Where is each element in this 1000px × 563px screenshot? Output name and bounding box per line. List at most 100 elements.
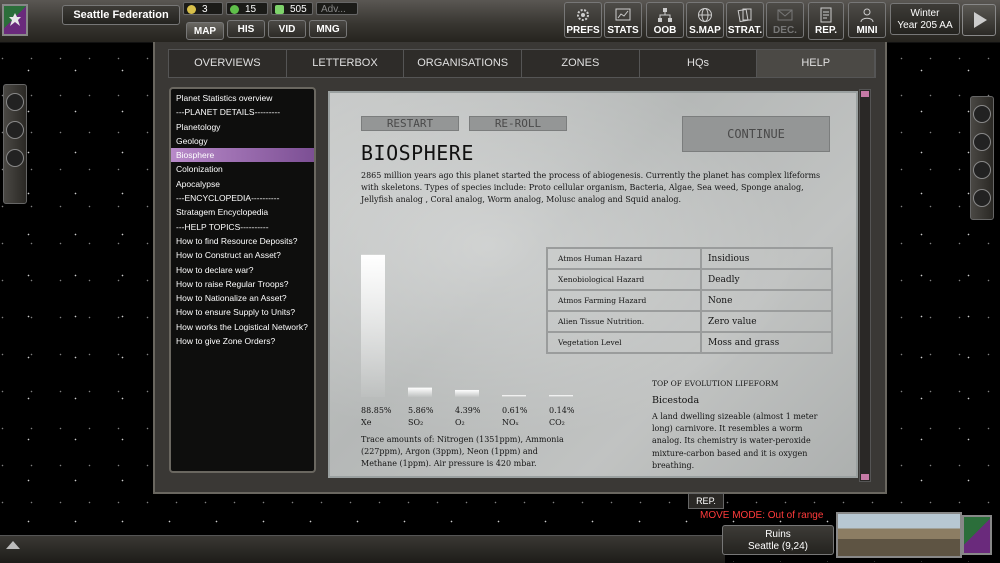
continue-button[interactable]: CONTINUE — [682, 116, 830, 152]
menu-item-supply-units[interactable]: How to ensure Supply to Units? — [171, 305, 314, 319]
location-name: Ruins — [765, 529, 791, 540]
faction-name[interactable]: Seattle Federation — [62, 5, 180, 25]
location-panel[interactable]: Ruins Seattle (9,24) — [722, 525, 834, 555]
mini-button[interactable]: MINI — [848, 2, 886, 38]
menu-item-biosphere[interactable]: Biosphere — [171, 148, 314, 163]
menu-item-geology[interactable]: Geology — [171, 134, 314, 148]
mail-icon — [777, 9, 793, 21]
lifeform-description: A land dwelling sizeable (almost 1 meter… — [652, 412, 818, 470]
end-turn-play-button[interactable] — [962, 4, 996, 36]
tab-overviews[interactable]: OVERVIEWS — [169, 50, 287, 77]
smap-button[interactable]: S.MAP — [686, 2, 724, 38]
biosphere-page: RESTART RE-ROLL CONTINUE BIOSPHERE 2865 … — [328, 91, 858, 478]
hazard-label: Atmos Human Hazard — [546, 247, 702, 270]
menu-header-help-topics: ---HELP TOPICS---------- — [176, 221, 269, 232]
settings-icon[interactable] — [6, 93, 24, 111]
hazard-value: Insidious — [700, 247, 833, 270]
prefs-button[interactable]: PREFS — [564, 2, 602, 38]
bar-1 — [408, 387, 432, 397]
cards-icon — [737, 8, 752, 23]
person-icon — [860, 8, 874, 23]
tool-three-icon[interactable] — [973, 161, 991, 179]
menu-item-logistical-network[interactable]: How works the Logistical Network? — [171, 320, 314, 334]
tool-four-icon[interactable] — [973, 189, 991, 207]
dec-button[interactable]: DEC. — [766, 2, 804, 38]
bar-value-label: 5.86% — [408, 406, 434, 415]
tool-one-icon[interactable] — [973, 105, 991, 123]
year-label: Year 205 AA — [897, 20, 953, 31]
menu-item-planetology[interactable]: Planetology — [171, 120, 314, 134]
menu-item-zone-orders[interactable]: How to give Zone Orders? — [171, 334, 314, 348]
tool-two-icon[interactable] — [973, 133, 991, 151]
tab-letterbox[interactable]: LETTERBOX — [287, 50, 405, 77]
strat-button[interactable]: STRAT. — [726, 2, 764, 38]
bar-category-label: SO₂ — [408, 418, 423, 427]
menu-item-declare-war[interactable]: How to declare war? — [171, 263, 314, 277]
menu-item-apocalypse[interactable]: Apocalypse — [171, 177, 314, 191]
target-icon[interactable] — [6, 149, 24, 167]
table-row: Xenobiological Hazard Deadly — [546, 268, 833, 291]
hierarchy-icon — [658, 8, 672, 22]
credits-icon — [187, 5, 196, 14]
right-side-toolbar — [970, 96, 994, 220]
hazard-label: Xenobiological Hazard — [546, 268, 702, 291]
bar-category-label: CO₂ — [549, 418, 565, 427]
money-counter: 505 — [271, 2, 313, 15]
food-icon — [230, 5, 239, 14]
globe-icon — [698, 8, 712, 22]
tab-organisations[interactable]: ORGANISATIONS — [404, 50, 523, 77]
bar-category-label: O₂ — [455, 418, 465, 427]
bottom-rep-button[interactable]: REP. — [688, 493, 724, 509]
bar-value-label: 0.14% — [549, 406, 575, 415]
stats-button[interactable]: STATS — [604, 2, 642, 38]
menu-item-colonization[interactable]: Colonization — [171, 162, 314, 176]
menu-header-encyclopedia: ---ENCYCLOPEDIA---------- — [176, 193, 280, 204]
bar-value-label: 0.61% — [502, 406, 528, 415]
menu-item-construct-asset[interactable]: How to Construct an Asset? — [171, 248, 314, 262]
expand-up-arrow-icon[interactable] — [6, 541, 20, 549]
table-row: Atmos Human Hazard Insidious — [546, 247, 833, 270]
table-row: Atmos Farming Hazard None — [546, 289, 833, 312]
bar-value-label: 88.85% — [361, 406, 392, 415]
bar-0 — [361, 254, 385, 397]
location-coords: Seattle (9,24) — [747, 541, 809, 552]
units-icon[interactable] — [6, 121, 24, 139]
hazard-value: Moss and grass — [700, 331, 833, 354]
credits-counter: 3 — [183, 2, 223, 15]
scroll-down-arrow-icon[interactable] — [861, 474, 869, 480]
hazard-label: Atmos Farming Hazard — [546, 289, 702, 312]
faction-flag-icon[interactable] — [2, 4, 28, 36]
hazard-value: None — [700, 289, 833, 312]
report-icon — [820, 7, 832, 23]
location-thumbnail[interactable] — [836, 512, 962, 558]
menu-header-planet-details: ---PLANET DETAILS--------- — [176, 107, 281, 118]
gear-icon — [577, 9, 589, 21]
tab-help[interactable]: HELP — [757, 50, 876, 77]
move-mode-status: MOVE MODE: Out of range — [700, 510, 824, 521]
tab-zones[interactable]: ZONES — [522, 50, 640, 77]
tab-map[interactable]: MAP — [186, 22, 224, 40]
oob-button[interactable]: OOB — [646, 2, 684, 38]
chart-icon — [615, 8, 631, 21]
lifeform-heading: TOP OF EVOLUTION LIFEFORM — [652, 379, 779, 388]
menu-item-resource-deposits[interactable]: How to find Resource Deposits? — [171, 234, 314, 248]
menu-item-raise-troops[interactable]: How to raise Regular Troops? — [171, 277, 314, 291]
tab-hqs[interactable]: HQs — [640, 50, 758, 77]
menu-item-planet-statistics[interactable]: Planet Statistics overview — [171, 91, 314, 105]
table-row: Alien Tissue Nutrition. Zero value — [546, 310, 833, 333]
tab-mng[interactable]: MNG — [309, 20, 347, 38]
hazard-label: Vegetation Level — [546, 331, 702, 354]
advisor-counter[interactable]: Adv... — [316, 2, 358, 15]
bottom-strip — [0, 535, 725, 563]
rep-button[interactable]: REP. — [808, 2, 844, 40]
tab-vid[interactable]: VID — [268, 20, 306, 38]
help-window: OVERVIEWS LETTERBOX ORGANISATIONS ZONES … — [153, 42, 887, 494]
scroll-up-arrow-icon[interactable] — [861, 91, 869, 97]
hazard-value: Deadly — [700, 268, 833, 291]
tab-his[interactable]: HIS — [227, 20, 265, 38]
content-scrollbar[interactable] — [859, 89, 871, 482]
menu-item-stratagem-encyclopedia[interactable]: Stratagem Encyclopedia — [171, 205, 314, 219]
menu-item-nationalize-asset[interactable]: How to Nationalize an Asset? — [171, 291, 314, 305]
mini-faction-flag-icon — [962, 515, 992, 555]
bar-value-label: 4.39% — [455, 406, 481, 415]
